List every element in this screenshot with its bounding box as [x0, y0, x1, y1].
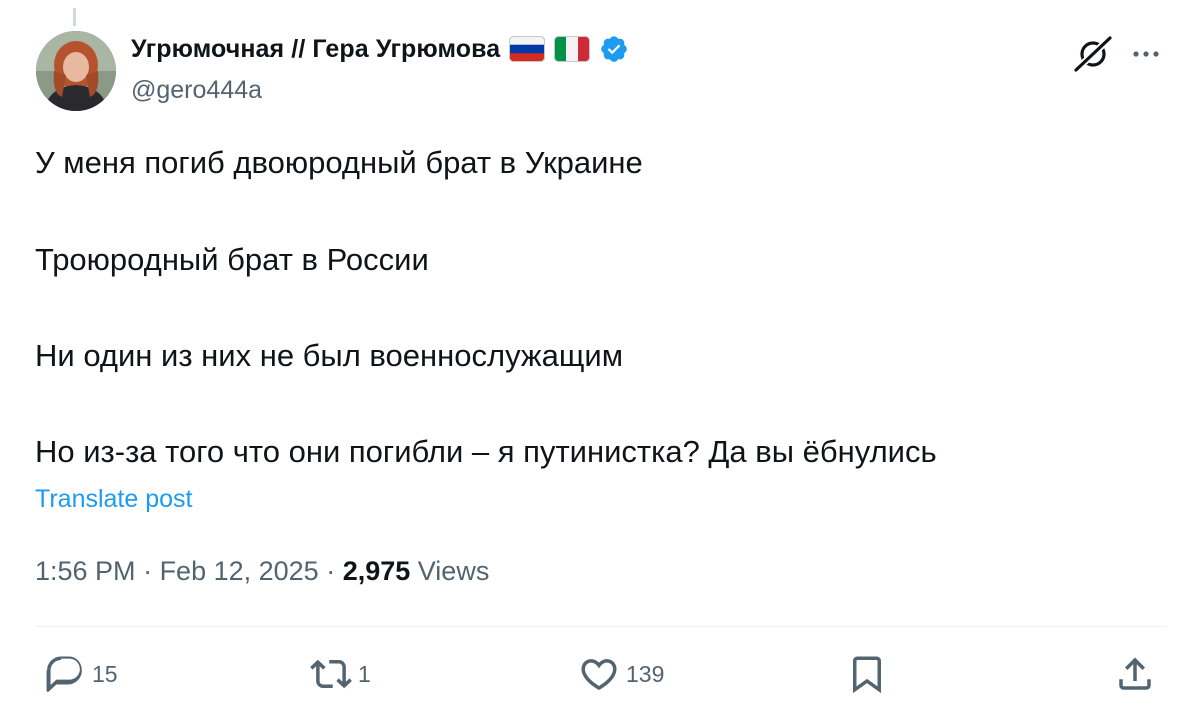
like-icon	[581, 659, 617, 691]
grok-icon	[1073, 35, 1113, 73]
bookmark-button[interactable]	[846, 653, 888, 695]
russia-flag-icon	[509, 36, 546, 62]
more-icon	[1133, 51, 1159, 57]
avatar-image	[36, 31, 116, 111]
share-button[interactable]	[1114, 653, 1156, 695]
views-label: Views	[410, 556, 490, 586]
meta-separator: ·	[318, 556, 343, 586]
italy-flag-icon	[554, 36, 591, 62]
author-handle[interactable]: @gero444a	[131, 76, 262, 105]
thread-connector-line	[73, 8, 76, 26]
repost-button[interactable]: 1	[310, 653, 371, 695]
post-metadata: 1:56 PM · Feb 12, 2025 · 2,975 Views	[35, 556, 489, 587]
post-time[interactable]: 1:56 PM	[35, 556, 136, 586]
translate-post-link[interactable]: Translate post	[35, 485, 192, 514]
verified-badge-icon[interactable]	[599, 34, 629, 64]
like-button[interactable]: 139	[578, 653, 664, 695]
repost-count: 1	[358, 660, 371, 687]
more-options-button[interactable]	[1128, 40, 1164, 68]
post-date[interactable]: Feb 12, 2025	[160, 556, 319, 586]
post-text-line: Троюродный брат в России	[35, 242, 429, 277]
reply-icon	[46, 656, 82, 692]
bookmark-icon	[853, 656, 881, 694]
reply-count: 15	[92, 660, 118, 687]
author-name-row: Угрюмочная // Гера Угрюмова	[131, 34, 629, 64]
actions-divider	[35, 626, 1166, 627]
post-text-line: Ни один из них не был военнослужащим	[35, 338, 624, 373]
grok-button[interactable]	[1071, 34, 1115, 74]
views-count: 2,975	[342, 556, 411, 586]
avatar[interactable]	[36, 31, 116, 111]
post-text-line: У меня погиб двоюродный брат в Украине	[35, 145, 643, 180]
share-icon	[1119, 657, 1151, 690]
post-text-line: Но из-за того что они погибли – я путини…	[35, 434, 937, 469]
meta-separator: ·	[135, 556, 160, 586]
author-display-name[interactable]: Угрюмочная // Гера Угрюмова	[131, 35, 500, 64]
repost-icon	[310, 659, 352, 689]
reply-button[interactable]: 15	[44, 653, 118, 695]
like-count: 139	[626, 660, 665, 687]
